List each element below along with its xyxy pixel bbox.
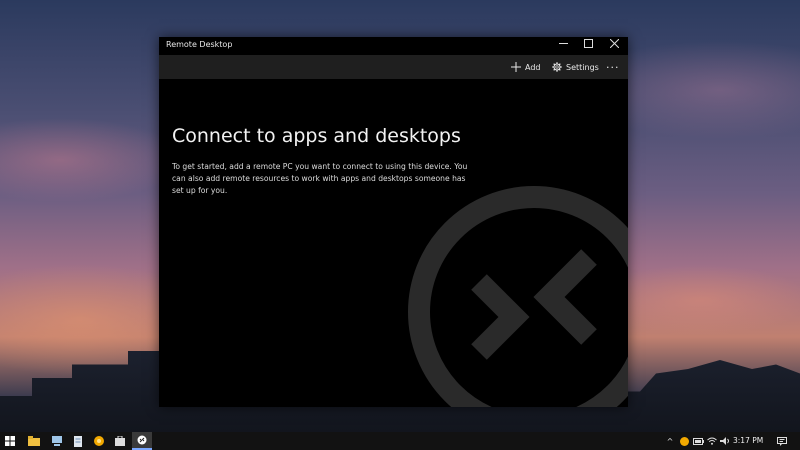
plus-icon bbox=[511, 62, 521, 72]
tray-app-icon[interactable] bbox=[678, 432, 690, 450]
tray-chevron-icon[interactable]: ^ bbox=[664, 432, 676, 450]
settings-button[interactable]: Settings bbox=[552, 55, 599, 79]
maximize-button[interactable] bbox=[575, 37, 601, 55]
title-bar[interactable]: Remote Desktop bbox=[159, 37, 628, 55]
command-bar: Add Settings ··· bbox=[159, 55, 628, 79]
file-explorer-icon[interactable] bbox=[24, 432, 44, 450]
close-button[interactable] bbox=[601, 37, 627, 55]
minimize-button[interactable] bbox=[550, 37, 576, 55]
add-button[interactable]: Add bbox=[511, 55, 541, 79]
computer-icon[interactable] bbox=[47, 432, 67, 450]
minimize-icon bbox=[558, 43, 568, 44]
store-icon[interactable] bbox=[110, 432, 130, 450]
taskbar: ^ 3:17 PM bbox=[0, 432, 800, 450]
close-icon bbox=[609, 38, 619, 49]
window-title: Remote Desktop bbox=[166, 40, 233, 49]
gear-icon bbox=[552, 62, 562, 72]
maximize-icon bbox=[583, 39, 593, 48]
remote-desktop-taskbar-icon[interactable] bbox=[132, 432, 152, 450]
browser-icon[interactable] bbox=[89, 432, 109, 450]
document-icon[interactable] bbox=[68, 432, 88, 450]
page-heading: Connect to apps and desktops bbox=[172, 125, 461, 147]
add-label: Add bbox=[525, 62, 541, 72]
more-options-button[interactable]: ··· bbox=[606, 55, 620, 79]
windows-start-icon[interactable] bbox=[0, 432, 20, 450]
remote-desktop-window: Remote Desktop Add Settings ··· Connect … bbox=[159, 37, 628, 407]
battery-icon[interactable] bbox=[691, 432, 705, 450]
volume-icon[interactable] bbox=[719, 432, 731, 450]
chevron-up-icon: ^ bbox=[666, 436, 674, 446]
wifi-icon[interactable] bbox=[706, 432, 718, 450]
system-clock[interactable]: 3:17 PM bbox=[733, 432, 763, 450]
settings-label: Settings bbox=[566, 62, 599, 72]
action-center-icon[interactable] bbox=[775, 432, 789, 450]
more-icon: ··· bbox=[606, 60, 620, 74]
remote-desktop-logo-watermark bbox=[408, 186, 628, 407]
